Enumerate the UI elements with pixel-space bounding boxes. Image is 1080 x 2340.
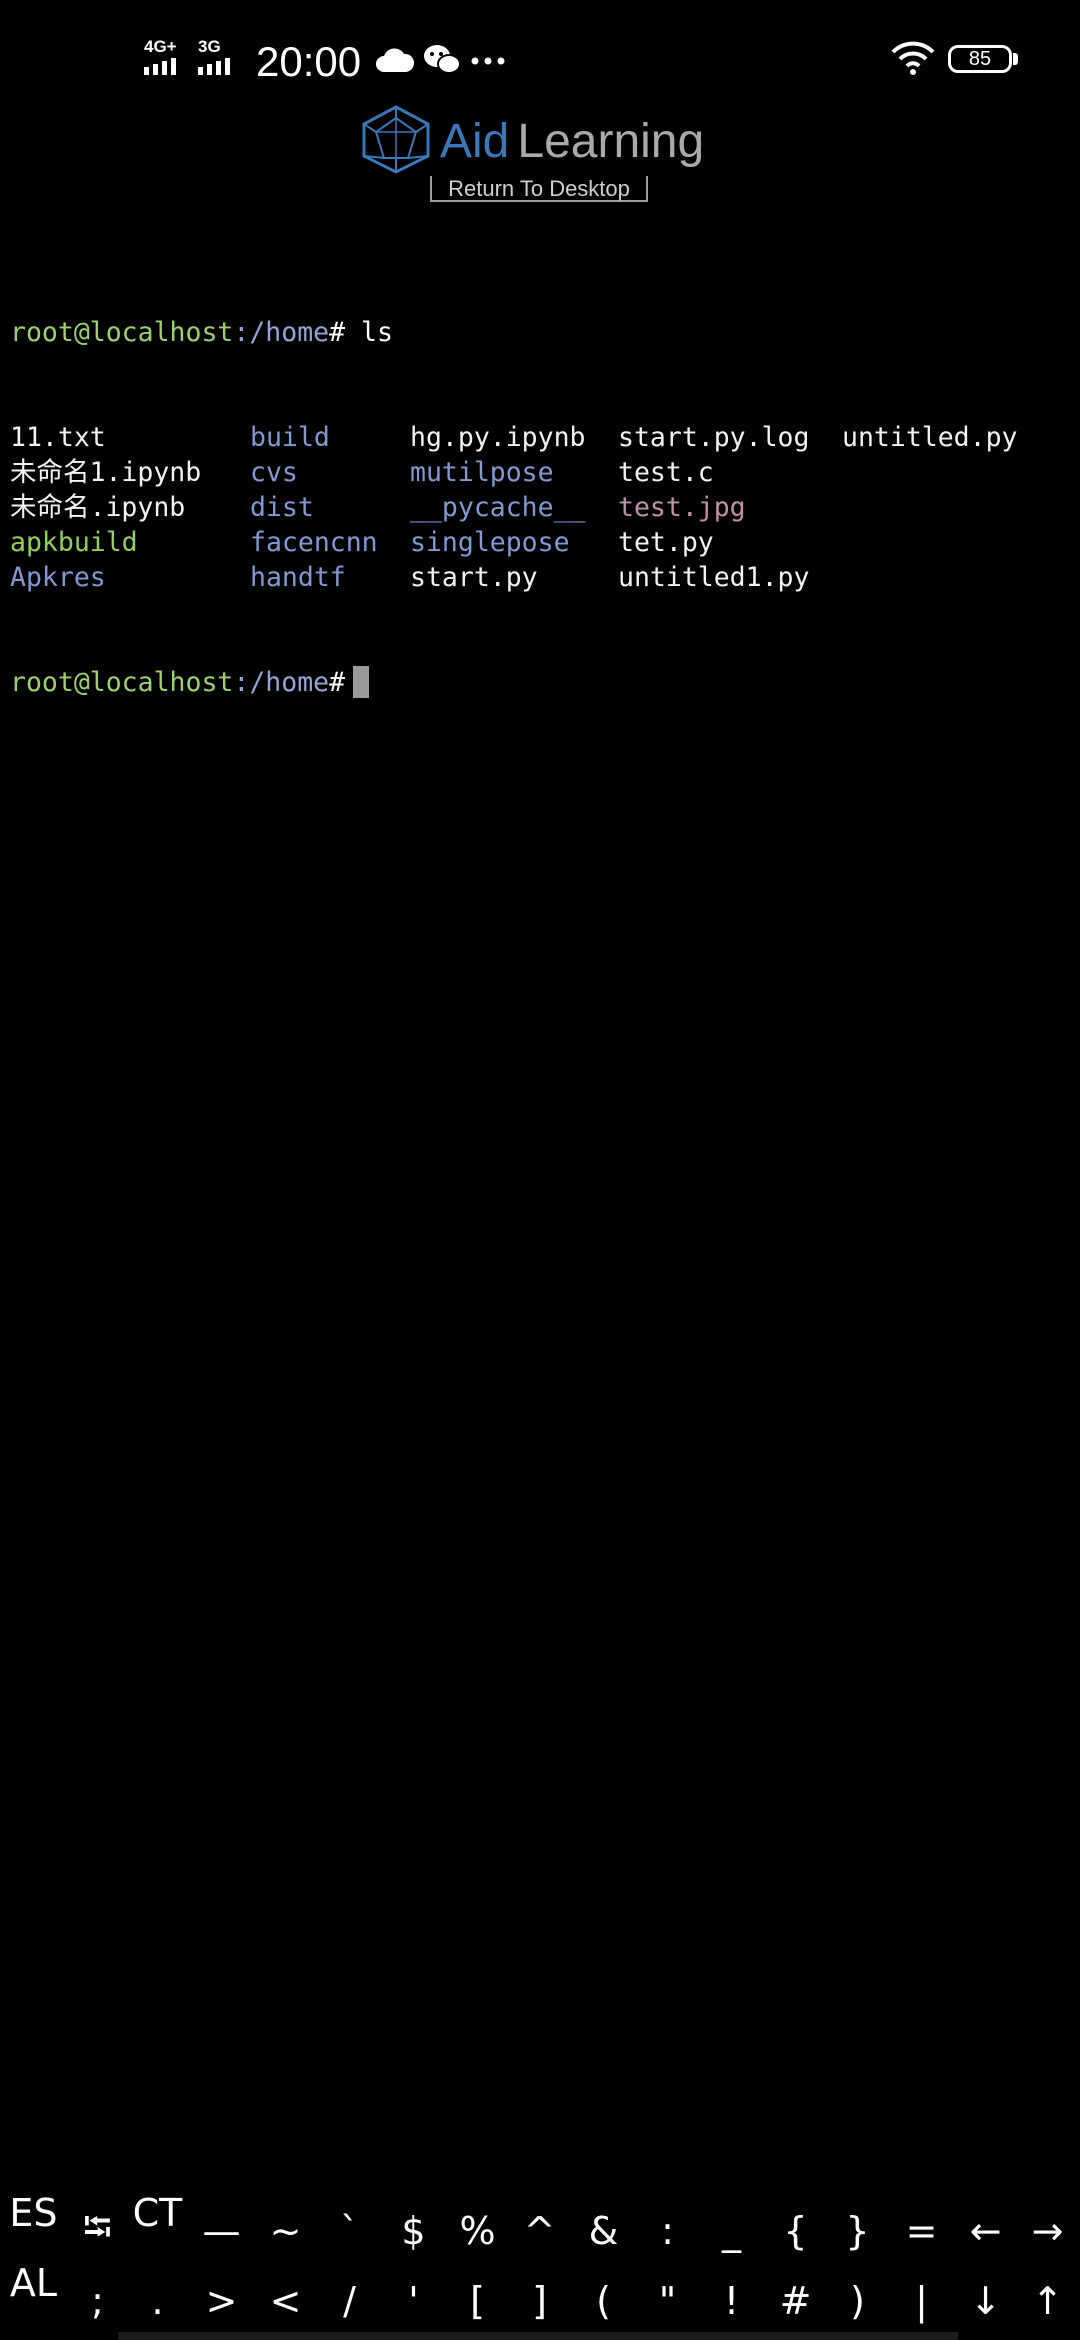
extra-key[interactable]: ^ xyxy=(508,2196,571,2266)
listing-entry: untitled1.py xyxy=(618,562,810,593)
listing-entry: apkbuild xyxy=(10,527,138,558)
listing-entry: cvs xyxy=(250,457,298,488)
extra-key[interactable]: ~ xyxy=(254,2196,317,2266)
extra-keys-row-1: ES ⭾ CT — ~ ` $% ^ &: _{} = ← → xyxy=(0,2196,1080,2266)
battery-level: 85 xyxy=(968,47,992,70)
polyhedron-logo-icon xyxy=(362,105,430,174)
listing-entry: start.py xyxy=(410,562,538,593)
listing-entry: dist xyxy=(250,492,314,523)
logo-aid-text: Aid xyxy=(440,115,510,168)
extra-key[interactable]: _ xyxy=(700,2196,763,2266)
return-to-desktop-button[interactable]: Return To Desktop xyxy=(430,176,648,202)
listing-entry: 未命名.ipynb xyxy=(10,492,186,523)
network-label-2: 3G xyxy=(198,37,221,56)
prompt-symbol: # xyxy=(329,317,346,348)
network-label-1: 4G+ xyxy=(144,37,177,56)
ls-listing: 11.txt build hg.py.ipynb start.py.log untitl… xyxy=(10,420,1070,595)
extra-key[interactable]: ' xyxy=(382,2266,445,2336)
extra-key[interactable]: ; xyxy=(66,2266,129,2336)
listing-row: 未命名1.ipynb cvs mutilpose test.c xyxy=(10,455,1070,490)
extra-key[interactable]: > xyxy=(190,2266,253,2336)
ctrl-key[interactable]: CT xyxy=(126,2196,189,2266)
extra-key[interactable]: < xyxy=(254,2266,317,2336)
down-arrow-key[interactable]: ↓ xyxy=(954,2266,1017,2336)
extra-key[interactable]: { xyxy=(764,2196,827,2266)
listing-entry: 未命名1.ipynb xyxy=(10,457,202,488)
clock: 20:00 xyxy=(256,38,362,85)
extra-key[interactable]: | xyxy=(890,2266,953,2336)
terminal-output[interactable]: root@localhost:/home# ls 11.txt build hg.p… xyxy=(10,245,1070,735)
listing-entry: facencnn xyxy=(250,527,378,558)
listing-entry: untitled.py xyxy=(842,422,1018,453)
listing-entry: start.py.log xyxy=(618,422,810,453)
right-arrow-key[interactable]: → xyxy=(1016,2196,1079,2266)
left-arrow-key[interactable]: ← xyxy=(954,2196,1017,2266)
status-bar: 4G+ 3G 20:00 85 xyxy=(0,0,1080,120)
extra-key[interactable]: — xyxy=(190,2196,253,2266)
extra-key[interactable]: : xyxy=(636,2196,699,2266)
listing-entry: mutilpose xyxy=(410,457,554,488)
more-dots-icon xyxy=(471,57,505,65)
listing-entry: build xyxy=(250,422,330,453)
extra-key[interactable]: & xyxy=(572,2196,635,2266)
listing-entry: handtf xyxy=(250,562,346,593)
cloud-icon xyxy=(376,48,414,72)
extra-key[interactable]: " xyxy=(636,2266,699,2336)
listing-row: apkbuild facencnn singlepose tet.py xyxy=(10,525,1070,560)
listing-row: 11.txt build hg.py.ipynb start.py.log untitl… xyxy=(10,420,1070,455)
listing-entry: singlepose xyxy=(410,527,570,558)
esc-key[interactable]: ES xyxy=(2,2196,65,2266)
wechat-icon xyxy=(424,45,461,74)
extra-keys-bar: ES ⭾ CT — ~ ` $% ^ &: _{} = ← → AL;. > < / '[]("! #) | ↓ ↑ xyxy=(0,2196,1080,2340)
command-text: ls xyxy=(345,317,393,348)
wifi-icon xyxy=(891,41,935,75)
active-prompt-line: root@localhost:/home# xyxy=(10,665,1070,700)
extra-key[interactable]: ! xyxy=(700,2266,763,2336)
prompt-symbol: # xyxy=(329,667,346,698)
prompt-path: :/home xyxy=(233,667,330,698)
extra-key[interactable]: . xyxy=(126,2266,189,2336)
extra-key[interactable]: = xyxy=(890,2196,953,2266)
extra-key[interactable]: $ xyxy=(382,2196,445,2266)
alt-key[interactable]: AL xyxy=(2,2266,65,2336)
listing-row: 未命名.ipynb dist __pycache__ test.jpg xyxy=(10,490,1070,525)
extra-key[interactable]: % xyxy=(446,2196,509,2266)
extra-key[interactable]: ( xyxy=(572,2266,635,2336)
listing-entry: 11.txt xyxy=(10,422,106,453)
up-arrow-key[interactable]: ↑ xyxy=(1016,2266,1079,2336)
extra-key[interactable]: ` xyxy=(318,2196,381,2266)
extra-key[interactable]: # xyxy=(764,2266,827,2336)
listing-row: Apkres handtf start.py untitled1.py xyxy=(10,560,1070,595)
listing-entry: hg.py.ipynb xyxy=(410,422,586,453)
extra-key[interactable]: [ xyxy=(446,2266,509,2336)
prompt-path: :/home xyxy=(233,317,330,348)
extra-key[interactable]: ] xyxy=(508,2266,571,2336)
extra-key[interactable]: } xyxy=(826,2196,889,2266)
prompt-user: root@localhost xyxy=(10,667,234,698)
terminal-cursor xyxy=(353,666,370,698)
battery-icon: 85 xyxy=(948,45,1012,73)
listing-entry: test.jpg xyxy=(618,492,746,523)
tab-key[interactable]: ⭾ xyxy=(66,2196,129,2266)
listing-entry: tet.py xyxy=(618,527,714,558)
navigation-handle xyxy=(118,2332,958,2340)
listing-entry: Apkres xyxy=(10,562,106,593)
listing-entry: test.c xyxy=(618,457,714,488)
extra-key[interactable]: ) xyxy=(826,2266,889,2336)
extra-key[interactable]: / xyxy=(318,2266,381,2336)
listing-entry: __pycache__ xyxy=(410,492,586,523)
prompt-user: root@localhost xyxy=(10,317,234,348)
extra-keys-row-2: AL;. > < / '[]("! #) | ↓ ↑ xyxy=(0,2266,1080,2336)
command-line: root@localhost:/home# ls xyxy=(10,315,1070,350)
logo-learning-text: Learning xyxy=(517,115,705,168)
